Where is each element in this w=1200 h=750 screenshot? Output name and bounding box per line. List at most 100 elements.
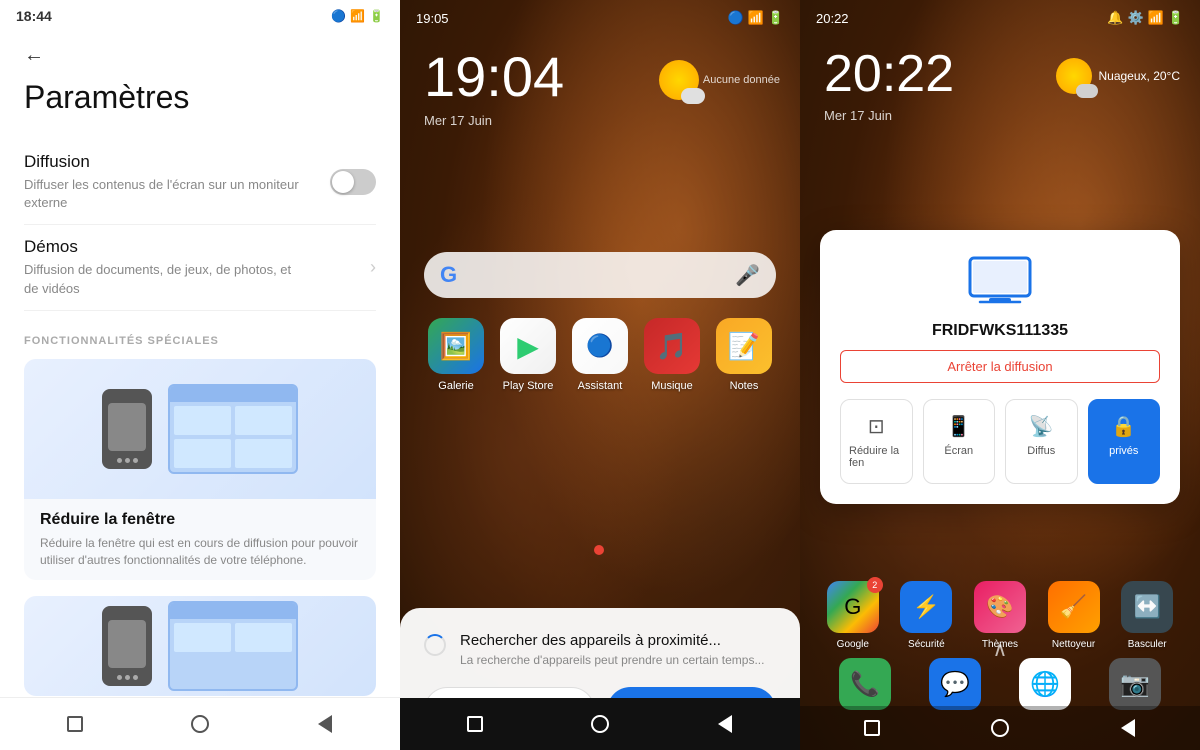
home-nav-back[interactable] [711, 710, 739, 738]
app-musique[interactable]: 🎵 Musique [644, 318, 700, 392]
assistant-label: Assistant [578, 380, 623, 392]
fc-title: Réduire la fenêtre [40, 511, 360, 529]
weather-text: Aucune donnée [703, 74, 780, 86]
screen-icon: 📱 [946, 414, 971, 439]
home-status-bar: 19:05 🔵 📶 🔋 [400, 0, 800, 36]
nettoyeur-label: Nettoyeur [1052, 639, 1095, 650]
home-nav-home[interactable] [586, 710, 614, 738]
cast-dialog: FRIDFWKS111335 Arrêter la diffusion ⊡ Ré… [820, 230, 1180, 504]
app-galerie[interactable]: 🖼️ Galerie [428, 318, 484, 392]
feature-card-2[interactable] [24, 596, 376, 696]
status-bar-settings: 18:44 🔵 📶 🔋 [0, 0, 400, 32]
cast-nav-back[interactable] [1114, 714, 1142, 742]
cast-signal-icon: 📶 [1148, 10, 1164, 26]
reduce-icon: ⊡ [868, 414, 885, 439]
nav-back-button[interactable] [311, 710, 339, 738]
private-button[interactable]: 🔒 privés [1088, 399, 1161, 484]
demos-label: Démos [24, 237, 304, 257]
diffuse-label: Diffus [1027, 445, 1055, 457]
cast-app-basculer[interactable]: ↔️ Basculer [1121, 581, 1173, 650]
demos-desc: Diffusion de documents, de jeux, de phot… [24, 261, 304, 297]
diffusion-label: Diffusion [24, 152, 304, 172]
notes-icon: 📝 [716, 318, 772, 374]
cast-nav-home-icon [991, 719, 1009, 737]
bottom-dock: 📞 💬 🌐 📷 [800, 658, 1200, 710]
loading-spinner [424, 634, 446, 656]
searching-row: Rechercher des appareils à proximité... … [424, 632, 776, 667]
galerie-icon: 🖼️ [428, 318, 484, 374]
home-weather: Aucune donnée [659, 60, 780, 100]
diffusion-toggle[interactable] [330, 169, 376, 195]
cast-app-google[interactable]: G 2 Google [827, 581, 879, 650]
chevron-right-icon: › [370, 257, 376, 278]
page-title: Paramètres [24, 79, 376, 116]
home-status-icons: 🔵 📶 🔋 [727, 10, 784, 26]
settings-panel: 18:44 🔵 📶 🔋 ← Paramètres Diffusion Diffu… [0, 0, 400, 750]
google-logo: G [440, 262, 457, 288]
basculer-label: Basculer [1128, 639, 1167, 650]
phone-screen-2 [108, 620, 146, 668]
notification-dot [594, 545, 604, 555]
nav-home-icon [191, 715, 209, 733]
home-nav-square[interactable] [461, 710, 489, 738]
window-illustration-2 [168, 601, 298, 691]
cast-gear-icon: ⚙️ [1127, 10, 1143, 26]
home-battery-icon: 🔋 [768, 10, 784, 26]
diffusion-setting[interactable]: Diffusion Diffuser les contenus de l'écr… [24, 140, 376, 225]
window-grid [170, 402, 296, 472]
playstore-label: Play Store [503, 380, 554, 392]
dock-phone[interactable]: 📞 [839, 658, 891, 710]
cast-weather: Nuageux, 20°C [1056, 58, 1180, 94]
diffuse-button[interactable]: 📡 Diffus [1005, 399, 1078, 484]
playstore-icon: ▶ [500, 318, 556, 374]
dock-messages[interactable]: 💬 [929, 658, 981, 710]
home-nav-bar [400, 698, 800, 750]
cast-actions: ⊡ Réduire la fen 📱 Écran 📡 Diffus 🔒 priv… [840, 399, 1160, 484]
battery-icon: 🔋 [369, 9, 384, 23]
cast-app-securite[interactable]: ⚡ Sécurité [900, 581, 952, 650]
nav-home-button[interactable] [186, 710, 214, 738]
screen-button[interactable]: 📱 Écran [923, 399, 996, 484]
nav-back-icon-home [718, 715, 732, 733]
home-search-bar[interactable]: G 🎤 [424, 252, 776, 298]
back-button[interactable]: ← [24, 44, 44, 67]
stop-casting-button[interactable]: Arrêter la diffusion [840, 350, 1160, 383]
cast-status-icons: 🔔 ⚙️ 📶 🔋 [1107, 10, 1184, 26]
device-name: FRIDFWKS111335 [840, 322, 1160, 340]
bluetooth-icon: 🔵 [331, 9, 346, 23]
nav-square-button[interactable] [61, 710, 89, 738]
musique-icon: 🎵 [644, 318, 700, 374]
cast-app-nettoyeur[interactable]: 🧹 Nettoyeur [1048, 581, 1100, 650]
screen-label: Écran [944, 445, 973, 457]
cast-nav-home[interactable] [986, 714, 1014, 742]
cast-status-time: 20:22 [816, 11, 849, 26]
assistant-icon: 🔵 [572, 318, 628, 374]
weather-cloud [681, 88, 705, 104]
cast-nav-square[interactable] [858, 714, 886, 742]
app-assistant[interactable]: 🔵 Assistant [572, 318, 628, 392]
window-bar-2 [170, 603, 296, 619]
mic-icon[interactable]: 🎤 [735, 263, 760, 288]
themes-icon: 🎨 [974, 581, 1026, 633]
dock-camera[interactable]: 📷 [1109, 658, 1161, 710]
feature-card-image2 [24, 596, 376, 696]
cast-cloud-icon [1076, 84, 1098, 98]
signal-icon: 📶 [350, 9, 365, 23]
cast-nav-bar [800, 706, 1200, 750]
toggle-knob [332, 171, 354, 193]
dock-chrome[interactable]: 🌐 [1019, 658, 1071, 710]
app-playstore[interactable]: ▶ Play Store [500, 318, 556, 392]
feature-card-reduire[interactable]: Réduire la fenêtre Réduire la fenêtre qu… [24, 359, 376, 581]
phone-illustration [102, 389, 152, 469]
google-badge: 2 [867, 577, 883, 593]
app-notes[interactable]: 📝 Notes [716, 318, 772, 392]
nav-square-icon [67, 716, 83, 732]
google-icon: G 2 [827, 581, 879, 633]
private-icon: 🔒 [1111, 414, 1136, 439]
home-wifi-icon: 📶 [748, 10, 764, 26]
searching-subtitle: La recherche d'appareils peut prendre un… [460, 653, 764, 667]
reduce-window-button[interactable]: ⊡ Réduire la fen [840, 399, 913, 484]
private-label: privés [1109, 445, 1138, 457]
demos-setting[interactable]: Démos Diffusion de documents, de jeux, d… [24, 225, 376, 310]
status-icons: 🔵 📶 🔋 [331, 9, 384, 23]
